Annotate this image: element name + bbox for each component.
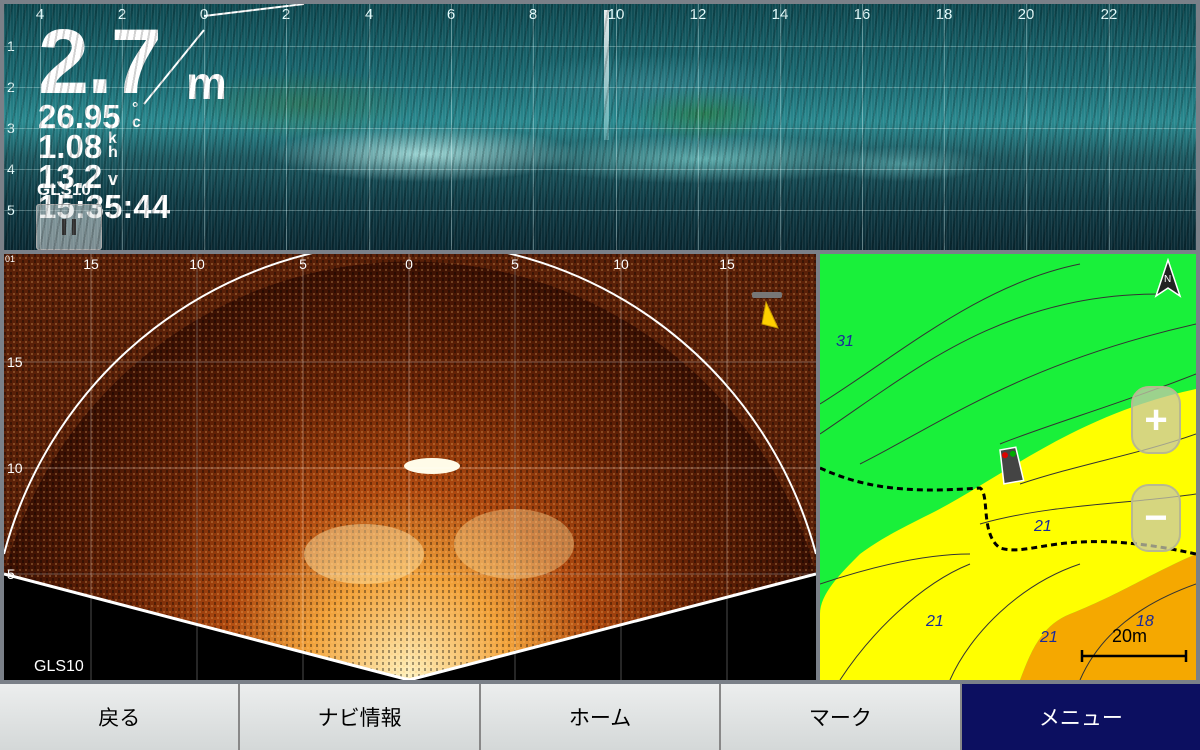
transducer-label: GLS10	[34, 658, 84, 675]
home-button[interactable]: ホーム	[480, 684, 722, 750]
depth-readout: 2.7	[38, 11, 162, 113]
navi-info-button[interactable]: ナビ情報	[240, 684, 481, 750]
svg-text:N: N	[1164, 274, 1171, 285]
x-tick: 15	[83, 256, 99, 272]
x-tick: 10	[607, 6, 625, 23]
contour-label: 31	[836, 333, 854, 350]
x-tick: 10	[613, 256, 629, 272]
y-tick: 1	[7, 38, 15, 54]
zoom-out-button[interactable]: −	[1131, 484, 1181, 552]
transducer-label: GLS10	[37, 180, 91, 199]
x-tick: 16	[853, 6, 871, 23]
x-tick: 8	[528, 6, 538, 23]
x-tick: 22	[1100, 6, 1118, 23]
livescope-fan-panel[interactable]: 01 15 10 5 0 5 10 15 15 10 5 GLS10	[4, 254, 816, 680]
speed-unit: kh	[108, 130, 118, 161]
x-tick: 12	[689, 6, 707, 23]
x-tick: 18	[935, 6, 953, 23]
y-tick: 4	[7, 161, 15, 177]
chart-panel[interactable]: 31 21 21 21 18 N + − 20m	[820, 254, 1196, 680]
x-tick: 0	[405, 256, 413, 272]
menu-button[interactable]: メニュー	[961, 684, 1200, 750]
chart-map: 31 21 21 21 18	[820, 263, 1196, 680]
sonar-target-streak	[604, 10, 609, 140]
contour-label: 21	[1039, 629, 1058, 646]
y-tick: 15	[7, 354, 23, 370]
x-tick: 0	[199, 6, 209, 23]
water-temp-unit: ° c	[132, 100, 141, 131]
corner-label: 01	[5, 254, 16, 264]
contour-label: 21	[925, 613, 944, 630]
pause-icon	[59, 219, 79, 235]
pause-button[interactable]	[36, 204, 102, 250]
north-arrow-icon[interactable]: N	[1152, 258, 1184, 298]
down-sonar-panel[interactable]: 4 2 0 2 4 6 8 10 12 14 16 18 20 22 1 2 3…	[4, 4, 1196, 250]
x-tick: 5	[511, 256, 519, 272]
y-tick: 10	[7, 460, 23, 476]
x-tick: 20	[1017, 6, 1035, 23]
zoom-in-button[interactable]: +	[1131, 386, 1181, 454]
y-tick: 3	[7, 120, 15, 136]
x-tick: 2	[281, 6, 291, 23]
scale-label: 20m	[1112, 626, 1148, 646]
mark-button[interactable]: マーク	[721, 684, 962, 750]
depth-unit: m	[186, 57, 227, 109]
y-tick: 2	[7, 79, 15, 95]
contour-label: 21	[1033, 518, 1052, 535]
voltage-unit: v	[108, 169, 119, 189]
back-button[interactable]: 戻る	[0, 684, 241, 750]
x-tick: 15	[719, 256, 735, 272]
x-tick: 10	[189, 256, 205, 272]
transducer-icon	[752, 292, 782, 329]
x-tick: 5	[299, 256, 307, 272]
sonar-fan-image	[4, 254, 816, 680]
y-tick: 5	[7, 202, 15, 218]
x-tick: 14	[771, 6, 789, 23]
x-tick: 6	[446, 6, 456, 23]
x-tick: 4	[364, 6, 374, 23]
bottom-button-bar: 戻る ナビ情報 ホーム マーク メニュー	[0, 684, 1200, 750]
y-tick: 5	[7, 566, 15, 582]
